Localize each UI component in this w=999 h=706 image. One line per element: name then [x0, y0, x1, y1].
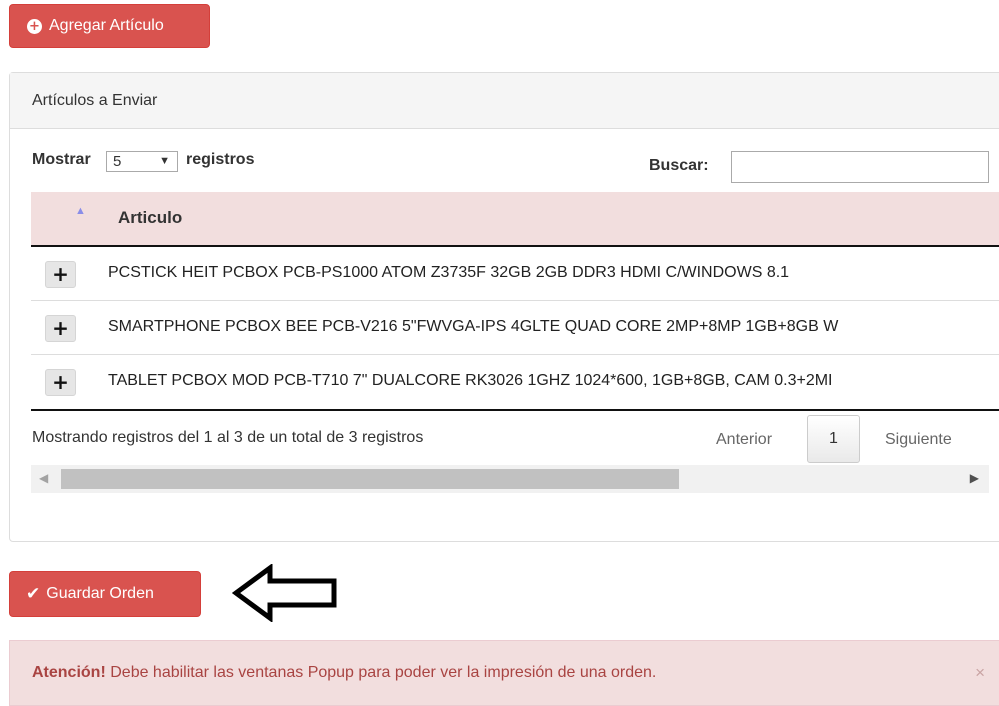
column-header-articulo[interactable]: Articulo [118, 208, 182, 228]
pagination-previous[interactable]: Anterior [716, 431, 772, 449]
horizontal-scrollbar[interactable]: ◀ ▶ [31, 465, 989, 493]
row-article-text: TABLET PCBOX MOD PCB-T710 7" DUALCORE RK… [108, 372, 833, 389]
close-icon[interactable]: × [975, 641, 985, 705]
add-article-label: Agregar Artículo [49, 17, 164, 34]
plus-icon[interactable]: + [45, 315, 76, 342]
search-input[interactable] [731, 151, 989, 183]
search-label: Buscar: [649, 157, 709, 174]
table-info: Mostrando registros del 1 al 3 de un tot… [32, 429, 424, 446]
table-header[interactable]: ▲ Articulo [31, 192, 999, 247]
table-row: + PCSTICK HEIT PCBOX PCB-PS1000 ATOM Z37… [31, 247, 999, 301]
page-length-select[interactable]: 5 ▼ [106, 151, 178, 172]
show-label: Mostrar [32, 151, 91, 168]
save-order-button[interactable]: ✔ Guardar Orden [9, 571, 201, 617]
row-article-text: PCSTICK HEIT PCBOX PCB-PS1000 ATOM Z3735… [108, 264, 790, 281]
row-article-text: SMARTPHONE PCBOX BEE PCB-V216 5"FWVGA-IP… [108, 318, 839, 335]
scroll-right-icon[interactable]: ▶ [970, 471, 979, 485]
pagination-next[interactable]: Siguiente [885, 431, 952, 449]
page-length-value: 5 [113, 153, 122, 170]
alert-message: Debe habilitar las ventanas Popup para p… [110, 664, 657, 681]
records-label: registros [186, 151, 255, 168]
plus-icon[interactable]: + [45, 261, 76, 288]
pagination-page-1[interactable]: 1 [807, 415, 860, 463]
save-order-label: Guardar Orden [46, 585, 154, 602]
check-icon: ✔ [26, 584, 41, 604]
sort-asc-icon[interactable]: ▲ [75, 205, 86, 217]
panel-title: Artículos a Enviar [10, 73, 999, 129]
scrollbar-thumb[interactable] [61, 469, 679, 489]
plus-icon[interactable]: + [45, 369, 76, 396]
alert-strong: Atención! [32, 664, 106, 681]
table-row: + SMARTPHONE PCBOX BEE PCB-V216 5"FWVGA-… [31, 301, 999, 355]
arrow-left-icon [232, 564, 337, 622]
scroll-left-icon[interactable]: ◀ [39, 471, 48, 485]
add-article-button[interactable]: + Agregar Artículo [9, 4, 210, 48]
dropdown-caret-icon: ▼ [159, 155, 170, 167]
table-row: + TABLET PCBOX MOD PCB-T710 7" DUALCORE … [31, 355, 999, 411]
plus-circle-icon: + [27, 18, 42, 34]
popup-alert: Atención! Debe habilitar las ventanas Po… [9, 640, 999, 706]
